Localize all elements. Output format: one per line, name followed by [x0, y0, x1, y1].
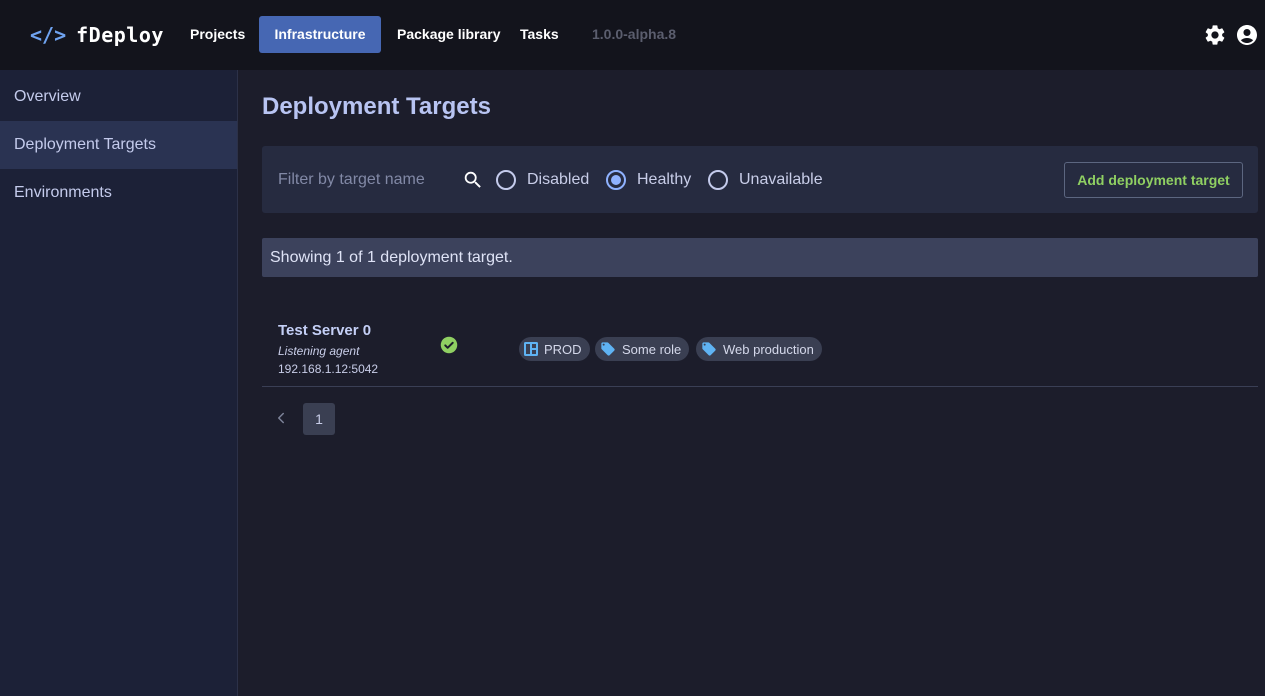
tag-icon	[601, 342, 615, 356]
sidebar-item-environments[interactable]: Environments	[0, 169, 237, 217]
role-chip[interactable]: Web production	[696, 337, 822, 361]
top-navigation-bar: </> fDeploy Projects Infrastructure Pack…	[0, 0, 1265, 70]
app-version: 1.0.0-alpha.8	[592, 26, 677, 42]
filter-bar: Disabled Healthy Unavailable Add deploym…	[262, 146, 1258, 213]
app-logo[interactable]: </> fDeploy	[30, 20, 164, 50]
chip-label: Some role	[622, 341, 682, 357]
code-brackets-icon: </>	[30, 23, 67, 47]
radio-unchecked-icon	[708, 170, 728, 190]
page-title: Deployment Targets	[262, 93, 491, 120]
account-button[interactable]	[1235, 23, 1259, 47]
chip-label: Web production	[723, 341, 814, 357]
environment-icon	[524, 342, 538, 356]
sidebar-item-deployment-targets[interactable]: Deployment Targets	[0, 121, 237, 169]
tag-icon	[702, 342, 716, 356]
account-circle-icon	[1237, 25, 1257, 45]
target-address: 192.168.1.12:5042	[278, 362, 379, 376]
nav-package-library[interactable]: Package library	[397, 16, 501, 53]
chevron-left-icon[interactable]	[272, 409, 290, 427]
radio-label: Unavailable	[739, 171, 823, 188]
radio-unchecked-icon	[496, 170, 516, 190]
nav-tasks[interactable]: Tasks	[520, 16, 559, 53]
add-deployment-target-button[interactable]: Add deployment target	[1064, 162, 1243, 198]
sidebar-item-overview[interactable]: Overview	[0, 73, 237, 121]
filter-disabled-radio[interactable]: Disabled	[496, 169, 589, 191]
nav-infrastructure[interactable]: Infrastructure	[259, 16, 381, 53]
chip-label: PROD	[544, 341, 582, 357]
gear-icon	[1205, 25, 1225, 45]
radio-checked-icon	[606, 170, 626, 190]
app-name: fDeploy	[76, 23, 164, 47]
radio-label: Disabled	[527, 171, 590, 188]
filter-healthy-radio[interactable]: Healthy	[606, 169, 691, 191]
pagination-page-button[interactable]: 1	[303, 403, 335, 435]
environment-chip[interactable]: PROD	[519, 337, 590, 361]
healthy-check-icon	[440, 336, 458, 354]
sidebar: Overview Deployment Targets Environments	[0, 70, 238, 696]
search-icon[interactable]	[462, 169, 484, 191]
role-chip[interactable]: Some role	[595, 337, 690, 361]
target-row[interactable]: Test Server 0 Listening agent 192.168.1.…	[262, 310, 1258, 387]
target-name[interactable]: Test Server 0	[278, 322, 371, 339]
nav-projects[interactable]: Projects	[190, 16, 245, 53]
filter-input[interactable]	[262, 146, 492, 213]
target-type: Listening agent	[278, 344, 360, 358]
settings-button[interactable]	[1203, 23, 1227, 47]
results-summary: Showing 1 of 1 deployment target.	[262, 238, 1258, 277]
filter-unavailable-radio[interactable]: Unavailable	[708, 169, 823, 191]
radio-label: Healthy	[637, 171, 692, 188]
